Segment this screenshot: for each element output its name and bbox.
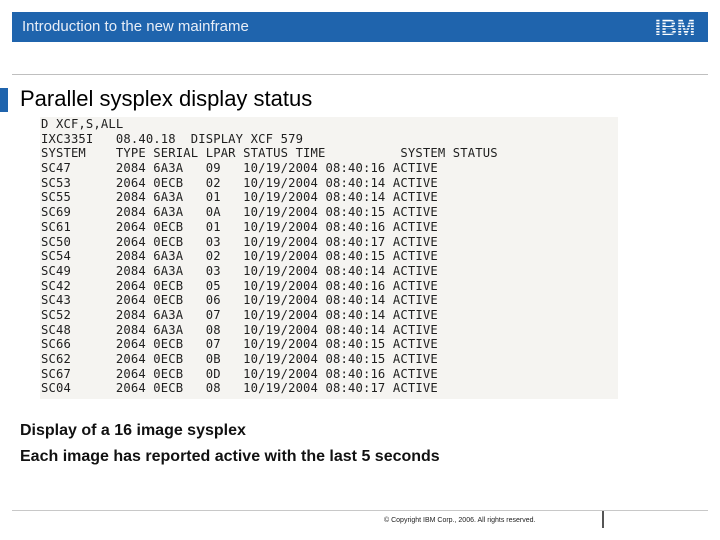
console-line: SC04 2064 0ECB 08 10/19/2004 08:40:17 AC… <box>41 381 438 396</box>
console-line: SC62 2064 0ECB 0B 10/19/2004 08:40:15 AC… <box>41 352 438 366</box>
console-line: SC69 2084 6A3A 0A 10/19/2004 08:40:15 AC… <box>41 205 438 220</box>
ibm-logo: IBM <box>655 16 695 38</box>
console-line: SC54 2084 6A3A 02 10/19/2004 08:40:15 AC… <box>41 249 438 264</box>
console-line: SC53 2064 0ECB 02 10/19/2004 08:40:14 AC… <box>41 175 438 190</box>
ibm-logo-text: IBM <box>655 16 695 38</box>
title-accent <box>0 88 8 112</box>
header-bar: Introduction to the new mainframe IBM <box>12 12 708 42</box>
footer-tick <box>602 511 604 528</box>
header-title: Introduction to the new mainframe <box>22 18 249 35</box>
console-screenshot: D XCF,S,ALL IXC335I 08.40.18 DISPLAY XCF … <box>40 117 618 399</box>
console-line: SYSTEM TYPE SERIAL LPAR STATUS TIME SYST… <box>41 146 498 161</box>
console-line: SC43 2064 0ECB 06 10/19/2004 08:40:14 AC… <box>41 293 438 308</box>
console-line: SC47 2084 6A3A 09 10/19/2004 08:40:16 AC… <box>41 161 438 176</box>
console-line: SC49 2084 6A3A 03 10/19/2004 08:40:14 AC… <box>41 263 438 278</box>
console-line: SC61 2064 0ECB 01 10/19/2004 08:40:16 AC… <box>41 219 438 234</box>
console-line: SC67 2064 0ECB 0D 10/19/2004 08:40:16 AC… <box>41 366 438 381</box>
slide-title: Parallel sysplex display status <box>20 86 313 111</box>
copyright-notice: © Copyright IBM Corp., 2006. All rights … <box>384 517 536 524</box>
console-line: D XCF,S,ALL <box>41 117 124 131</box>
console-line: SC55 2084 6A3A 01 10/19/2004 08:40:14 AC… <box>41 190 438 205</box>
console-line: SC42 2064 0ECB 05 10/19/2004 08:40:16 AC… <box>41 278 438 293</box>
console-line: IXC335I 08.40.18 DISPLAY XCF 579 <box>41 131 304 146</box>
console-line: SC50 2064 0ECB 03 10/19/2004 08:40:17 AC… <box>41 234 438 249</box>
console-line: SC52 2084 6A3A 07 10/19/2004 08:40:14 AC… <box>41 307 438 322</box>
caption-line-1: Display of a 16 image sysplex <box>20 422 246 439</box>
caption-line-2: Each image has reported active with the … <box>20 448 440 465</box>
console-line: SC66 2064 0ECB 07 10/19/2004 08:40:15 AC… <box>41 337 438 352</box>
header-divider <box>12 74 708 75</box>
console-line: SC48 2084 6A3A 08 10/19/2004 08:40:14 AC… <box>41 322 438 337</box>
